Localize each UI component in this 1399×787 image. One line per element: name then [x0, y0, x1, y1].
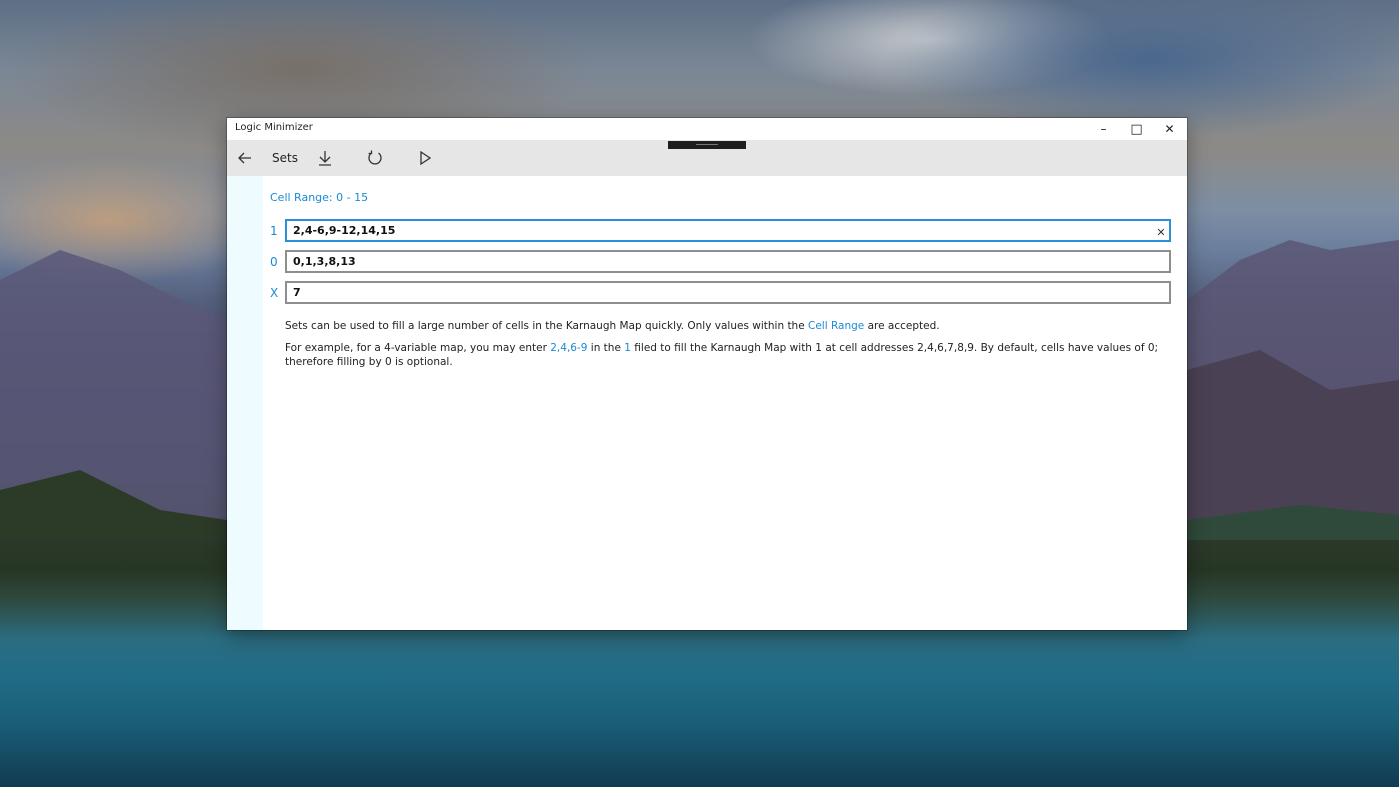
- desc1-text-after: are accepted.: [864, 320, 940, 332]
- maximize-button[interactable]: □: [1120, 118, 1153, 140]
- cell-range-link[interactable]: Cell Range: [808, 320, 864, 332]
- run-button[interactable]: [412, 146, 438, 170]
- desc2-part1: For example, for a 4-variable map, you m…: [285, 342, 551, 354]
- reset-button[interactable]: [362, 146, 388, 170]
- close-button[interactable]: ✕: [1153, 118, 1186, 140]
- description-paragraph-1: Sets can be used to fill a large number …: [285, 319, 1175, 333]
- description-paragraph-2: For example, for a 4-variable map, you m…: [285, 341, 1175, 369]
- minimize-button[interactable]: –: [1087, 118, 1120, 140]
- download-icon: [319, 151, 331, 166]
- set-input-zero[interactable]: [285, 250, 1171, 273]
- set-input-dontcare[interactable]: [285, 281, 1171, 304]
- set-input-one[interactable]: [285, 219, 1171, 242]
- set-label-dontcare: X: [270, 286, 279, 300]
- example-set-link: 2,4,6-9: [550, 342, 588, 354]
- back-button[interactable]: [227, 140, 263, 176]
- reset-icon: [368, 150, 382, 165]
- page-title: Sets: [272, 151, 298, 165]
- one-field-link: 1: [624, 342, 631, 354]
- desc2-part2: in the: [587, 342, 625, 354]
- download-button[interactable]: [312, 146, 338, 170]
- set-label-one: 1: [270, 224, 278, 238]
- left-rail: [227, 176, 263, 630]
- set-label-zero: 0: [270, 255, 278, 269]
- drag-handle[interactable]: [668, 141, 746, 149]
- app-window: Logic Minimizer – □ ✕ Sets Cell Range: 0…: [227, 118, 1187, 630]
- desc1-text-before: Sets can be used to fill a large number …: [285, 320, 809, 332]
- back-arrow-icon: [238, 152, 251, 164]
- cell-range-label: Cell Range: 0 - 15: [270, 191, 369, 204]
- title-bar[interactable]: Logic Minimizer – □ ✕: [227, 118, 1187, 140]
- play-icon: [420, 151, 431, 165]
- clear-input-button[interactable]: ✕: [1153, 224, 1169, 240]
- window-title: Logic Minimizer: [235, 122, 313, 133]
